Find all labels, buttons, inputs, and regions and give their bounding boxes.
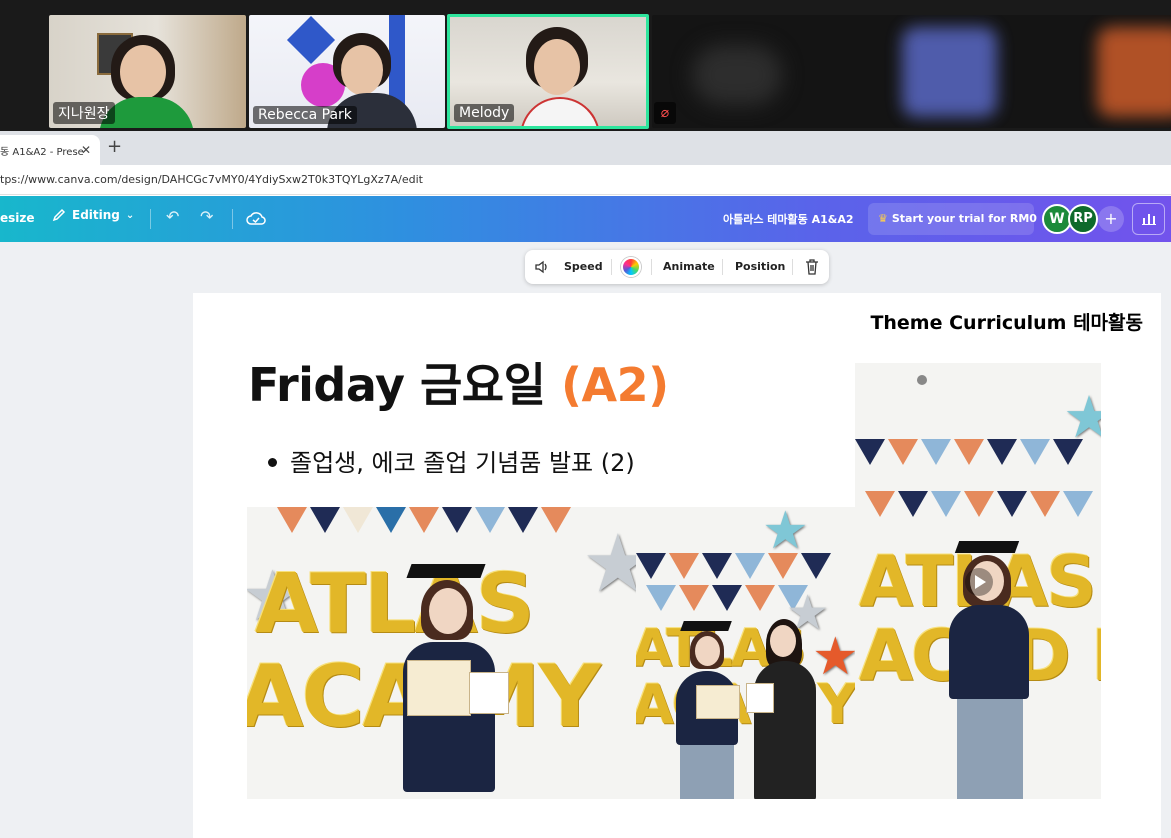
- pennant-banner: [865, 491, 1096, 519]
- title-main: Friday 금요일: [248, 358, 561, 412]
- ceiling-light: [917, 375, 927, 385]
- divider: [150, 209, 151, 229]
- editing-mode-button[interactable]: Editing ⌄: [52, 208, 134, 222]
- crown-icon: ♛: [878, 212, 888, 225]
- animate-button[interactable]: Animate: [663, 260, 715, 273]
- slide-title[interactable]: Friday 금요일 (A2): [248, 349, 669, 415]
- tab-title: 동 A1&A2 - Prese: [0, 147, 84, 158]
- participant-tile-1[interactable]: 지나원장: [49, 15, 246, 128]
- decor-diamond: [286, 15, 336, 65]
- position-button[interactable]: Position: [735, 260, 785, 273]
- start-trial-button[interactable]: ♛ Start your trial for RM0: [868, 203, 1037, 235]
- editing-label: Editing: [72, 208, 120, 222]
- participant-face: [120, 45, 166, 99]
- tab-bar: 동 A1&A2 - Prese ✕ +: [0, 131, 1171, 165]
- chevron-down-icon: ⌄: [125, 209, 135, 221]
- cloud-saved-icon[interactable]: [246, 209, 266, 227]
- document-title[interactable]: 아틀라스 테마활동 A1&A2: [723, 211, 854, 227]
- bullet-dot: [268, 457, 277, 467]
- divider: [722, 259, 723, 275]
- pennant-banner: [855, 439, 1086, 467]
- slide[interactable]: Theme Curriculum 테마활동 Friday 금요일 (A2) 졸업…: [193, 293, 1161, 838]
- bar-chart-icon: [1141, 214, 1156, 225]
- blurred-participant: [1097, 27, 1171, 117]
- participant-tile-blurred[interactable]: ⌀: [652, 15, 1171, 128]
- star-balloon: ★: [762, 507, 809, 561]
- participant-face: [534, 39, 580, 95]
- graduation-photo-2[interactable]: ★ ★ ★ ATLAS ACA MY: [636, 507, 855, 799]
- participant-tile-2[interactable]: Rebecca Park: [249, 15, 445, 128]
- trash-icon[interactable]: [805, 259, 819, 275]
- add-collaborator-icon[interactable]: +: [1098, 206, 1124, 232]
- participant-face: [341, 45, 383, 95]
- url-text[interactable]: tps://www.canva.com/design/DAHCGc7vMY0/4…: [0, 173, 423, 186]
- avatar[interactable]: RP: [1068, 204, 1098, 234]
- floating-toolbar: Speed Animate Position: [525, 250, 829, 284]
- redo-icon[interactable]: ↷: [200, 207, 213, 226]
- browser-window: 동 A1&A2 - Prese ✕ + tps://www.canva.com/…: [0, 131, 1171, 838]
- bullet-item[interactable]: 졸업생, 에코 졸업 기념품 발표 (2): [268, 443, 635, 478]
- new-tab-icon[interactable]: +: [107, 136, 122, 157]
- divider: [232, 209, 233, 229]
- star-balloon: ★: [1063, 383, 1101, 451]
- pennant-banner: [277, 507, 574, 535]
- graduation-photo-1[interactable]: ★ ★ ATLAS ACA MY: [247, 507, 636, 799]
- color-picker-icon[interactable]: [621, 257, 641, 277]
- mic-off-icon: ⌀: [654, 102, 676, 124]
- participant-name: Melody: [454, 104, 515, 122]
- graduation-video[interactable]: ★ ATLAS ACAD MY: [855, 363, 1101, 799]
- blurred-participant: [902, 27, 997, 117]
- blurred-participant: [692, 45, 782, 105]
- speed-button[interactable]: Speed: [564, 260, 603, 273]
- address-bar[interactable]: tps://www.canva.com/design/DAHCGc7vMY0/4…: [0, 165, 1171, 195]
- undo-icon[interactable]: ↶: [166, 207, 179, 226]
- divider: [611, 259, 612, 275]
- star-balloon: ★: [582, 517, 636, 610]
- divider: [651, 259, 652, 275]
- participant-name: Rebecca Park: [253, 106, 357, 124]
- participant-tile-active-speaker[interactable]: Melody: [447, 14, 649, 129]
- participant-name: 지나원장: [53, 102, 115, 124]
- speaker-icon[interactable]: [534, 260, 550, 274]
- play-icon[interactable]: [965, 568, 993, 596]
- title-accent: (A2): [560, 358, 669, 412]
- balloon-letters-top: ATLAS: [255, 557, 535, 652]
- canva-toolbar: esize Editing ⌄ ↶ ↷ 아틀라스 테마활동 A1&A2 ♛ Sta…: [0, 196, 1171, 242]
- resize-button[interactable]: esize: [0, 211, 35, 225]
- insights-button[interactable]: [1132, 203, 1165, 235]
- video-call-strip: 지나원장 Rebecca Park Melody ⌀: [0, 0, 1171, 131]
- divider: [792, 259, 793, 275]
- trial-label: Start your trial for RM0: [891, 212, 1037, 225]
- pencil-icon: [52, 208, 66, 222]
- participant-body: [520, 97, 600, 126]
- browser-tab[interactable]: 동 A1&A2 - Prese ✕: [0, 135, 100, 165]
- close-icon[interactable]: ✕: [81, 143, 91, 157]
- bullet-text: 졸업생, 에코 졸업 기념품 발표 (2): [290, 449, 635, 477]
- slide-header[interactable]: Theme Curriculum 테마활동: [870, 308, 1143, 335]
- editor-canvas: Speed Animate Position Theme Curriculum …: [0, 242, 1171, 838]
